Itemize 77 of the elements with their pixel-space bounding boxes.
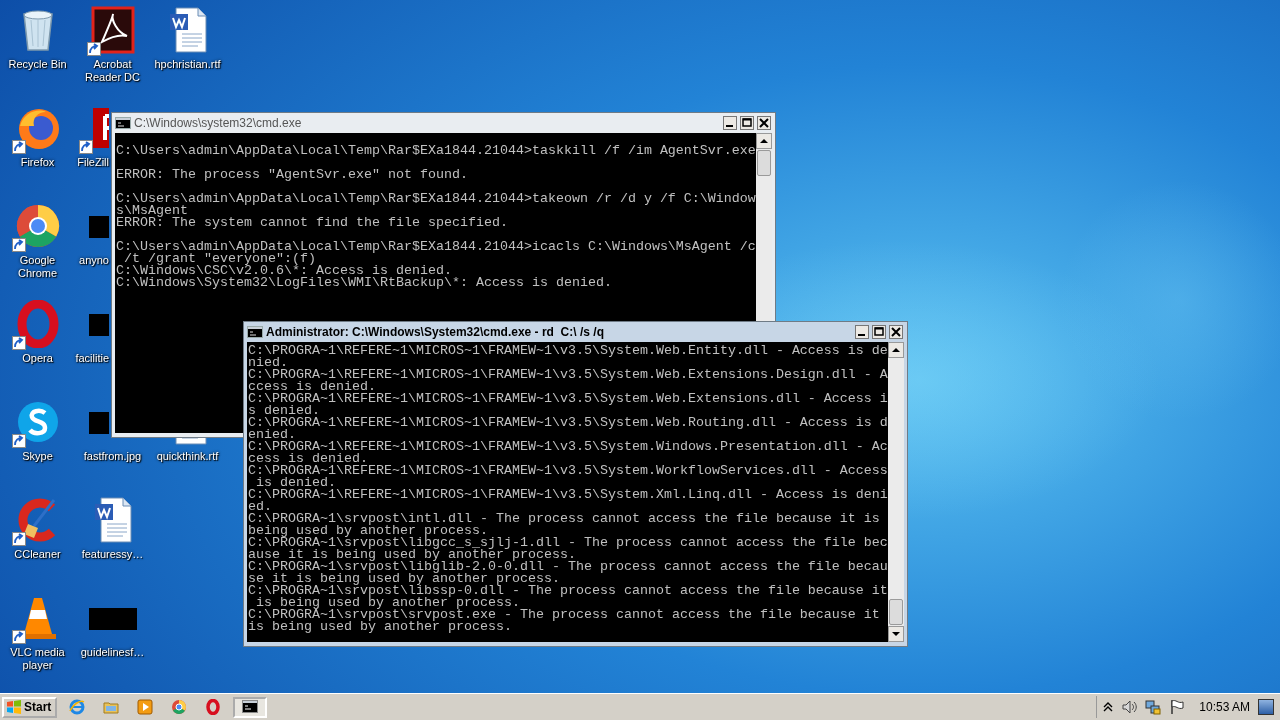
icon-label[interactable]: fastfrom.jpg: [83, 450, 142, 463]
speaker-icon[interactable]: [1121, 699, 1138, 715]
scroll-thumb[interactable]: [889, 599, 903, 625]
console-line: cess is denied.: [248, 453, 368, 465]
console-line: C:\Users\admin\AppData\Local\Temp\Rar$EXa1844.21044>takeown /r /d y /f C:\Window: [116, 193, 756, 205]
browser-e-icon: [69, 699, 86, 715]
console-line: nied.: [248, 357, 288, 369]
windows-logo-icon: [6, 699, 22, 715]
window-title: Administrator: C:\Windows\System32\cmd.exe - rd C:\ /s /q: [266, 325, 605, 339]
window-title: C:\Windows\system32\cmd.exe: [134, 116, 303, 130]
console-line: C:\PROGRA~1\srvpost\libgcc_s_sjlj-1.dll - The process cannot access the file bec: [248, 537, 888, 549]
console-line: ause it is being used by another process.: [248, 549, 576, 561]
scrollbar[interactable]: [888, 342, 904, 642]
console-line: being used by another process.: [248, 525, 488, 537]
console-line: ERROR: The process "AgentSvr.exe" not found.: [116, 169, 469, 181]
clock[interactable]: 10:53 AM: [1199, 700, 1250, 714]
taskbar-button[interactable]: [233, 696, 268, 718]
console-line: C:\PROGRA~1\REFERE~1\MICROS~1\FRAMEW~1\v3.5\System.Web.Entity.dll - Access is de: [248, 345, 888, 357]
show-desktop-button[interactable]: [1258, 699, 1274, 715]
scroll-down-icon[interactable]: [888, 626, 904, 642]
console-line: C:\Windows\System32\LogFiles\WMI\RtBackup\*: Access is denied.: [116, 277, 613, 289]
minimize-button[interactable]: [854, 325, 870, 339]
opera-icon: [205, 699, 222, 715]
icon-label[interactable]: Acrobat Reader DC: [75, 58, 150, 84]
folder-icon: [103, 699, 120, 715]
icon-label[interactable]: facilitie: [75, 352, 109, 365]
icon-label[interactable]: featuressy…: [81, 548, 144, 561]
chevron-up-icon[interactable]: [1103, 701, 1114, 713]
console-line: s\MsAgent: [116, 205, 188, 217]
console-line: C:\PROGRA~1\srvpost\libssp-0.dll - The process cannot access the file because it: [248, 585, 888, 597]
console-line: C:\Users\admin\AppData\Local\Temp\Rar$EXa1844.21044>taskkill /f /im AgentSvr.exe: [116, 145, 756, 157]
console-line: C:\PROGRA~1\srvpost\libglib-2.0-0.dll - The process cannot access the file becau: [248, 561, 888, 573]
console-icon: [247, 326, 263, 338]
console-line: enied.: [248, 429, 296, 441]
media-player-icon: [137, 699, 154, 715]
console-icon: [115, 117, 131, 129]
console-line: C:\PROGRA~1\REFERE~1\MICROS~1\FRAMEW~1\v3.5\System.Web.Extensions.Design.dll - A: [248, 369, 888, 381]
scroll-up-icon[interactable]: [888, 342, 904, 358]
icon-label[interactable]: hpchristian.rtf: [154, 58, 221, 71]
console-line: /t /grant "everyone":(f): [124, 253, 316, 265]
icon-label[interactable]: CCleaner: [14, 548, 61, 561]
console-line: C:\PROGRA~1\REFERE~1\MICROS~1\FRAMEW~1\v3.5\System.Xml.Linq.dll - Access is deni: [248, 489, 888, 501]
close-button[interactable]: [888, 325, 904, 339]
scroll-thumb[interactable]: [757, 150, 771, 176]
icon-label[interactable]: Opera: [22, 352, 53, 365]
console-line: C:\PROGRA~1\srvpost\intl.dll - The process cannot access the file because it is: [248, 513, 881, 525]
icon-label[interactable]: Skype: [22, 450, 53, 463]
console-line: ed.: [248, 501, 272, 513]
console-line: C:\PROGRA~1\srvpost\srvpost.exe - The process cannot access the file because it: [248, 609, 881, 621]
icon-label[interactable]: Firefox: [20, 156, 55, 169]
console-line: C:\PROGRA~1\REFERE~1\MICROS~1\FRAMEW~1\v3.5\System.WorkflowServices.dll - Access: [248, 465, 888, 477]
console-line: C:\PROGRA~1\REFERE~1\MICROS~1\FRAMEW~1\v3.5\System.Windows.Presentation.dll - Ac: [248, 441, 888, 453]
network-icon[interactable]: [1145, 699, 1162, 715]
icon-label[interactable]: FileZill: [77, 156, 109, 169]
maximize-button[interactable]: [871, 325, 887, 339]
icon-label[interactable]: Google Chrome: [0, 254, 75, 280]
console-line: C:\PROGRA~1\REFERE~1\MICROS~1\FRAMEW~1\v3.5\System.Web.Extensions.dll - Access i: [248, 393, 888, 405]
console-line: s denied.: [248, 405, 320, 417]
console-icon: [242, 699, 259, 715]
console-line: C:\Users\admin\AppData\Local\Temp\Rar$EXa1844.21044>icacls C:\Windows\MsAgent /c: [116, 241, 756, 253]
console-line: ccess is denied.: [248, 381, 376, 393]
console-line: C:\PROGRA~1\REFERE~1\MICROS~1\FRAMEW~1\v3.5\System.Web.Routing.dll - Access is d: [248, 417, 888, 429]
console-line: is being used by another process.: [248, 621, 513, 633]
scroll-up-icon[interactable]: [756, 133, 772, 149]
icon-label[interactable]: guidelinesf…: [80, 646, 145, 659]
flag-icon[interactable]: [1169, 699, 1186, 715]
console-line: C:\Windows\CSC\v2.0.6\*: Access is denied.: [116, 265, 452, 277]
console-line: is denied.: [256, 477, 336, 489]
console-line: is being used by another process.: [256, 597, 520, 609]
console-line: se it is being used by another process.: [248, 573, 561, 585]
console-line: ERROR: The system cannot find the file specified.: [116, 217, 509, 229]
start-button[interactable]: Start: [2, 696, 58, 718]
icon-label[interactable]: quickthink.rtf: [156, 450, 219, 463]
icon-label[interactable]: anyno: [79, 254, 109, 267]
icon-label[interactable]: Recycle Bin: [8, 58, 67, 71]
chrome-icon: [171, 699, 188, 715]
icon-label[interactable]: VLC media player: [0, 646, 75, 672]
